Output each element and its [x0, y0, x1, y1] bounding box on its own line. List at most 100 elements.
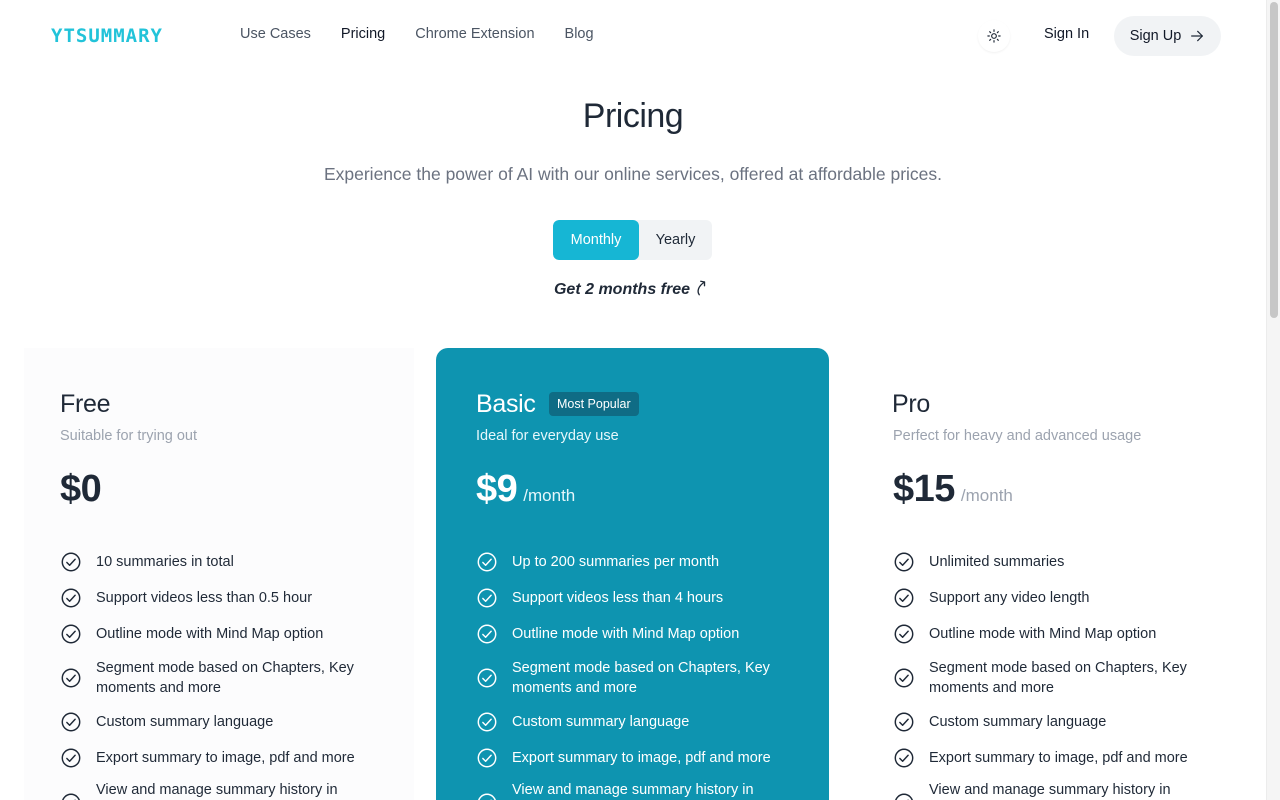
plan-price: $9 /month [476, 468, 575, 511]
nav-blog[interactable]: Blog [565, 26, 594, 42]
plan-card-free: Free Suitable for trying out $0 10 summa… [24, 348, 414, 800]
feature-item: Outline mode with Mind Map option [60, 616, 370, 652]
plan-card-basic: Basic Most Popular Ideal for everyday us… [436, 348, 829, 800]
check-circle-icon [894, 588, 914, 608]
check-circle-icon [477, 748, 497, 768]
toggle-yearly[interactable]: Yearly [639, 220, 712, 260]
price-period: /month [523, 486, 576, 505]
feature-list: Unlimited summaries Support any video le… [893, 544, 1203, 800]
sign-up-button[interactable]: Sign Up [1114, 16, 1221, 56]
plan-price: $15 /month [893, 468, 1013, 511]
feature-list: Up to 200 summaries per month Support vi… [476, 544, 786, 800]
feature-item: Custom summary language [476, 704, 786, 740]
feature-text: Support videos less than 0.5 hour [96, 590, 313, 606]
plan-description: Suitable for trying out [60, 428, 198, 444]
feature-text: Support videos less than 4 hours [512, 590, 724, 606]
feature-text: Custom summary language [512, 714, 690, 730]
page-subtitle: Experience the power of AI with our onli… [323, 164, 943, 184]
scrollbar-thumb[interactable] [1270, 2, 1278, 318]
site-logo[interactable]: YTSUMMARY [51, 25, 163, 47]
promo-text: Get 2 months free [0, 279, 1266, 299]
check-circle-icon [61, 588, 81, 608]
feature-text: Segment mode based on Chapters, Key mome… [96, 660, 354, 696]
plan-name: Free [60, 390, 111, 418]
feature-text: Segment mode based on Chapters, Key mome… [929, 660, 1187, 696]
check-circle-icon [61, 624, 81, 644]
plan-description: Ideal for everyday use [476, 428, 619, 444]
plan-card-pro: Pro Perfect for heavy and advanced usage… [852, 348, 1242, 800]
theme-toggle-button[interactable] [978, 20, 1010, 52]
feature-item: Support videos less than 4 hours [476, 580, 786, 616]
check-circle-icon [477, 624, 497, 644]
check-circle-icon [894, 552, 914, 572]
feature-text: View and manage summary history in [512, 782, 754, 798]
check-circle-icon [894, 712, 914, 732]
feature-item: Segment mode based on Chapters, Key mome… [476, 652, 786, 704]
feature-item: Export summary to image, pdf and more [893, 740, 1203, 776]
feature-text: Export summary to image, pdf and more [929, 750, 1188, 766]
page-scrollbar[interactable] [1266, 0, 1280, 800]
feature-text: 10 summaries in total [96, 554, 234, 570]
feature-item: Segment mode based on Chapters, Key mome… [893, 652, 1203, 704]
feature-text: Outline mode with Mind Map option [512, 626, 740, 642]
feature-text: Custom summary language [929, 714, 1107, 730]
plan-name: Basic [476, 390, 536, 418]
feature-item: View and manage summary history in [893, 776, 1203, 800]
plan-name: Pro [892, 390, 931, 418]
nav-use-cases[interactable]: Use Cases [240, 26, 311, 42]
feature-text: Unlimited summaries [929, 554, 1065, 570]
check-circle-icon [62, 793, 80, 800]
price-amount: $0 [60, 468, 102, 510]
check-circle-icon [61, 552, 81, 572]
plan-description: Perfect for heavy and advanced usage [893, 428, 1142, 444]
check-circle-icon [61, 668, 81, 688]
price-period: /month [960, 486, 1013, 505]
feature-item: Unlimited summaries [893, 544, 1203, 580]
feature-item: 10 summaries in total [60, 544, 370, 580]
price-amount: $9 [476, 468, 518, 510]
arrow-right-icon [1191, 30, 1204, 42]
feature-item: Export summary to image, pdf and more [60, 740, 370, 776]
check-circle-icon [477, 668, 497, 688]
check-circle-icon [477, 712, 497, 732]
feature-item: Support any video length [893, 580, 1203, 616]
feature-item: Segment mode based on Chapters, Key mome… [60, 652, 370, 704]
page-title: Pricing [582, 97, 684, 135]
feature-item: View and manage summary history in [476, 776, 786, 800]
sign-up-label: Sign Up [1129, 28, 1182, 44]
feature-text: Outline mode with Mind Map option [96, 626, 324, 642]
price-amount: $15 [893, 468, 955, 510]
check-circle-icon [478, 793, 496, 800]
check-circle-icon [61, 712, 81, 732]
promo-label: Get 2 months free [553, 281, 691, 298]
check-circle-icon [894, 624, 914, 644]
feature-text: Outline mode with Mind Map option [929, 626, 1157, 642]
feature-text: View and manage summary history in [929, 782, 1171, 798]
check-circle-icon [477, 588, 497, 608]
check-circle-icon [894, 668, 914, 688]
most-popular-badge: Most Popular [549, 392, 639, 416]
feature-text: View and manage summary history in [96, 782, 338, 798]
sign-in-link[interactable]: Sign In [1044, 26, 1089, 42]
sun-icon [987, 29, 1001, 43]
feature-item: Outline mode with Mind Map option [893, 616, 1203, 652]
feature-item: Outline mode with Mind Map option [476, 616, 786, 652]
check-circle-icon [895, 793, 913, 800]
feature-text: Support any video length [929, 590, 1090, 606]
site-header: YTSUMMARY Use Cases Pricing Chrome Exten… [0, 0, 1266, 72]
feature-list: 10 summaries in total Support videos les… [60, 544, 370, 800]
feature-item: View and manage summary history in [60, 776, 370, 800]
nav-pricing[interactable]: Pricing [341, 26, 385, 42]
feature-text: Export summary to image, pdf and more [96, 750, 355, 766]
feature-item: Support videos less than 0.5 hour [60, 580, 370, 616]
feature-text: Segment mode based on Chapters, Key mome… [512, 660, 770, 696]
feature-item: Custom summary language [893, 704, 1203, 740]
check-circle-icon [894, 748, 914, 768]
nav-chrome-extension[interactable]: Chrome Extension [415, 26, 534, 42]
toggle-monthly[interactable]: Monthly [553, 220, 639, 260]
billing-toggle: Monthly Yearly [553, 220, 712, 260]
feature-text: Up to 200 summaries per month [512, 554, 720, 570]
check-circle-icon [61, 748, 81, 768]
plan-price: $0 [60, 468, 102, 511]
main-nav: Use Cases Pricing Chrome Extension Blog [240, 26, 594, 42]
